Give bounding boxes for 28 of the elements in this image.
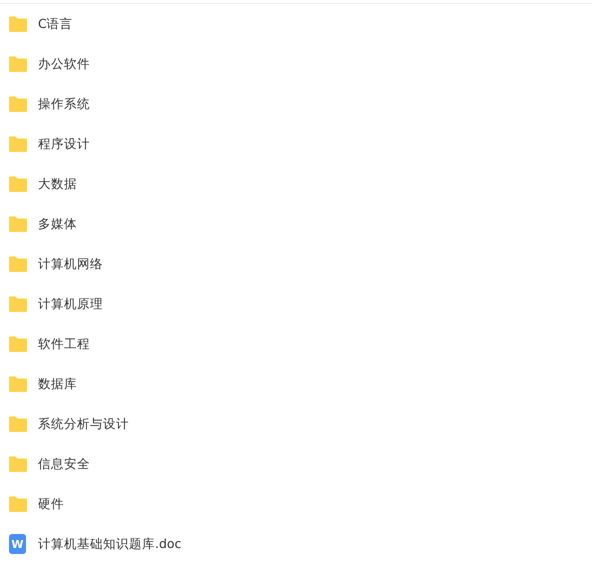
file-name[interactable]: 计算机基础知识题库.doc	[38, 536, 182, 552]
folder-icon	[8, 295, 28, 313]
folder-icon	[8, 335, 28, 353]
file-name[interactable]: 办公软件	[38, 56, 90, 72]
word-document-icon: W	[9, 534, 26, 554]
file-name[interactable]: 操作系统	[38, 96, 90, 112]
folder-icon	[8, 455, 28, 473]
file-name[interactable]: 多媒体	[38, 216, 77, 232]
file-name[interactable]: C语言	[38, 16, 73, 32]
folder-icon	[8, 375, 28, 393]
folder-icon	[8, 55, 28, 73]
folder-icon	[8, 415, 28, 433]
file-name[interactable]: 大数据	[38, 176, 77, 192]
file-name[interactable]: 计算机网络	[38, 256, 103, 272]
file-name[interactable]: 计算机原理	[38, 296, 103, 312]
file-name[interactable]: 软件工程	[38, 336, 90, 352]
file-name[interactable]: 程序设计	[38, 136, 90, 152]
folder-icon	[8, 495, 28, 513]
file-name[interactable]: 硬件	[38, 496, 64, 512]
file-name[interactable]: 信息安全	[38, 456, 90, 472]
folder-icon	[8, 175, 28, 193]
folder-icon	[8, 255, 28, 273]
folder-icon	[8, 95, 28, 113]
folder-icon	[8, 15, 28, 33]
file-name[interactable]: 数据库	[38, 376, 77, 392]
folder-icon	[8, 215, 28, 233]
folder-icon	[8, 135, 28, 153]
file-name[interactable]: 系统分析与设计	[38, 416, 129, 432]
